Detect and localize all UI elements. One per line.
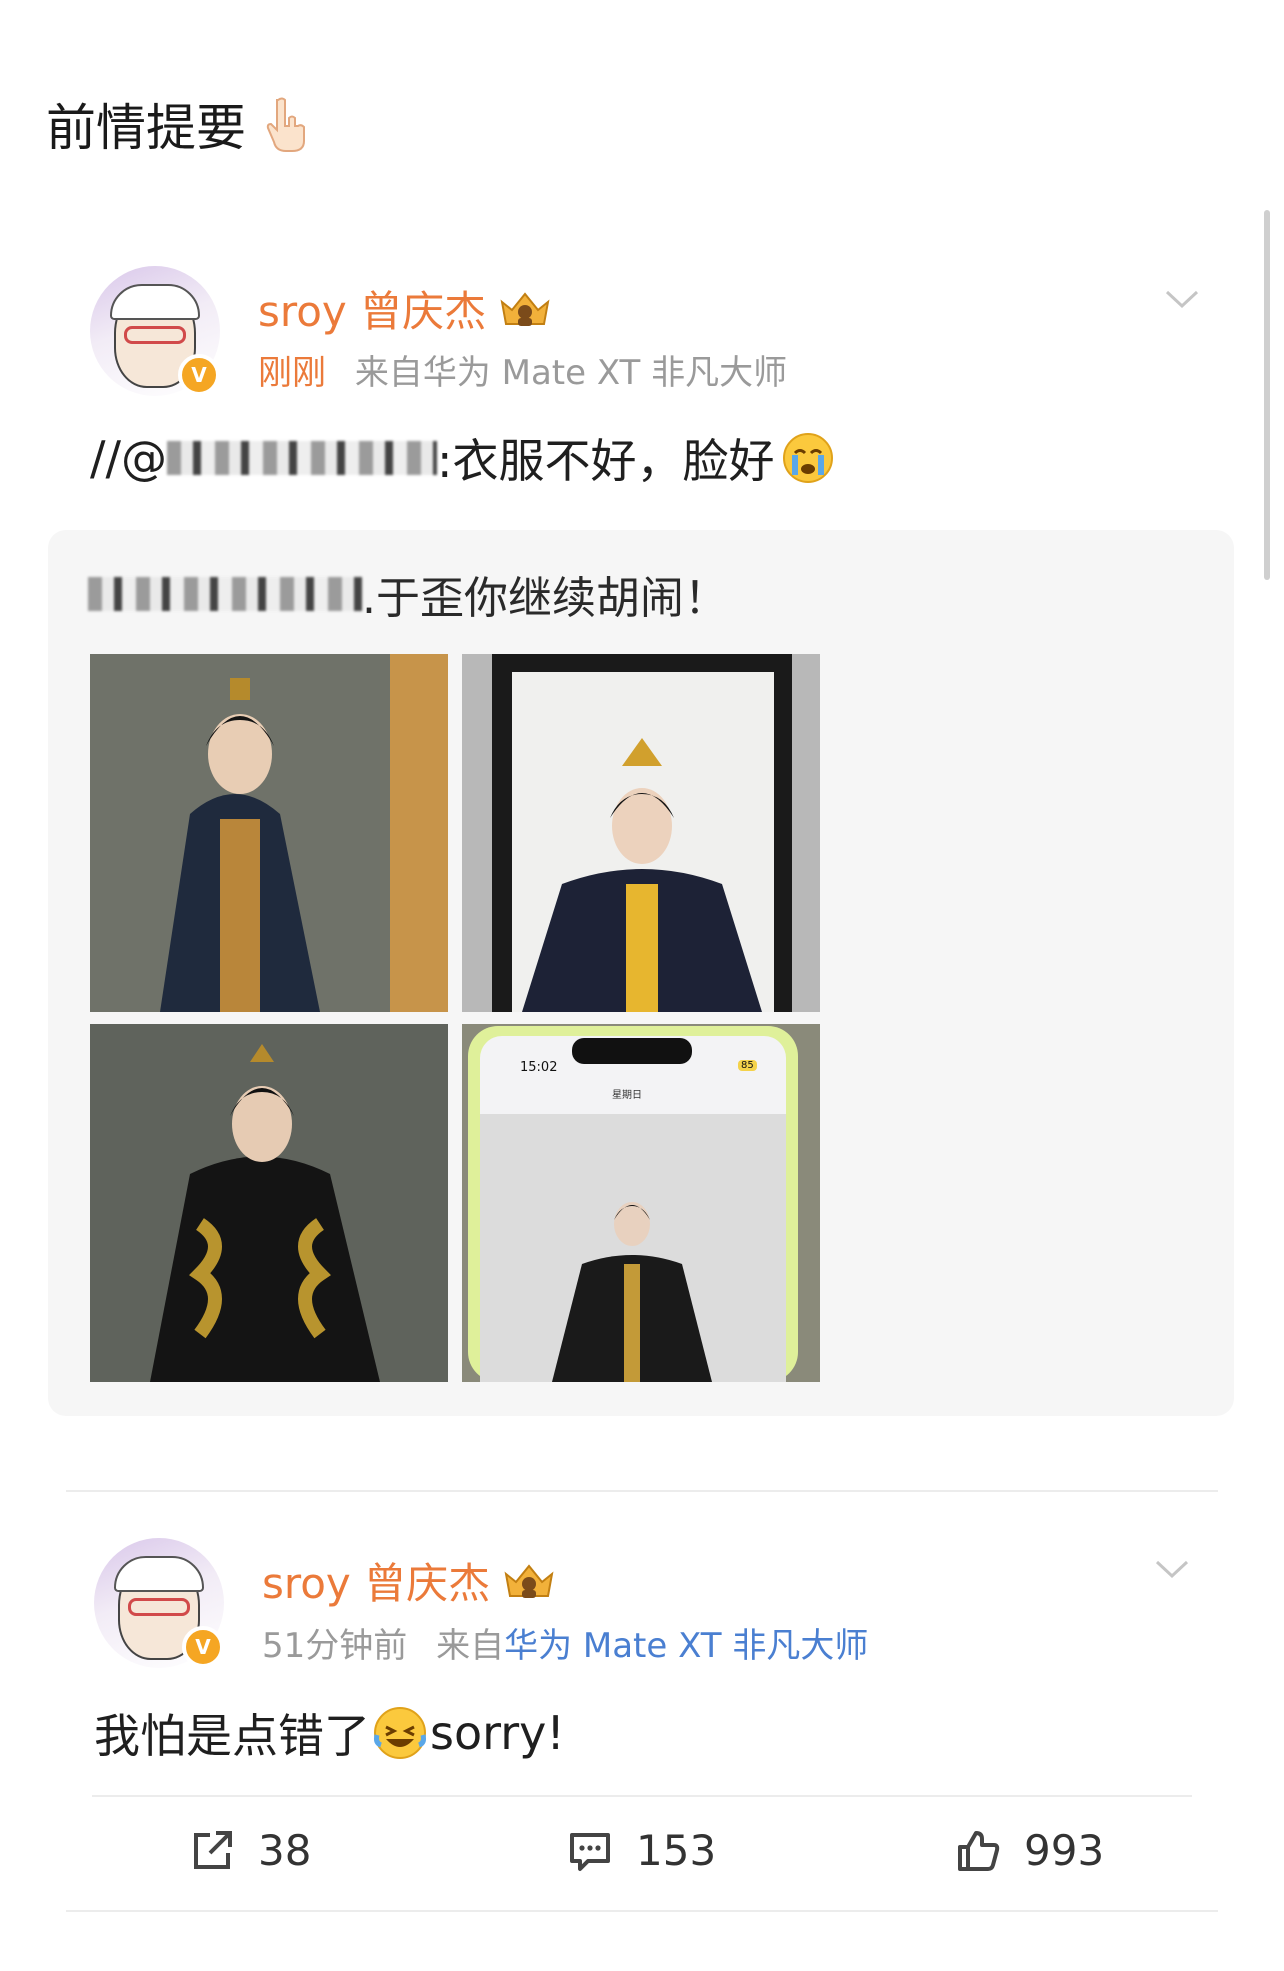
post-time: 刚刚	[258, 353, 326, 393]
crown-badge-icon	[504, 1563, 554, 1598]
share-icon	[194, 1830, 232, 1869]
photo-3[interactable]	[90, 1024, 448, 1382]
hand-pointing-down-icon	[266, 97, 305, 152]
post-body: 我怕是点错了	[94, 1709, 370, 1763]
blurred-author	[88, 577, 362, 611]
verified-badge-icon: V	[178, 354, 220, 396]
verified-badge-icon: V	[182, 1626, 224, 1668]
device-source[interactable]: 华为 Mate XT 非凡大师	[423, 353, 787, 393]
username[interactable]: sroy 曾庆杰	[262, 1550, 490, 1611]
avatar[interactable]: V	[94, 1538, 224, 1668]
scrollbar[interactable]	[1264, 210, 1270, 580]
device-source[interactable]: 华为 Mate XT 非凡大师	[504, 1626, 868, 1666]
avatar-glasses	[124, 326, 186, 344]
source-prefix: 来自	[354, 353, 423, 393]
source-prefix: 来自	[436, 1626, 505, 1666]
phone-time: 15:02	[520, 1060, 558, 1075]
photo-2[interactable]	[462, 654, 820, 1012]
username[interactable]: sroy 曾庆杰	[258, 278, 486, 339]
post1-meta: 刚刚 来自华为 Mate XT 非凡大师	[258, 345, 787, 394]
phone-day: 星期日	[612, 1090, 642, 1101]
comment-count: 153	[636, 1826, 717, 1875]
chevron-down-icon[interactable]	[1154, 1558, 1190, 1580]
comment-button[interactable]: 153	[566, 1826, 716, 1875]
caption-text: 前情提要	[46, 99, 246, 157]
mention-prefix: //@	[90, 431, 167, 485]
divider	[66, 1490, 1218, 1492]
post1-text: //@ :衣服不好，脸好	[90, 425, 835, 491]
share-button[interactable]: 38	[188, 1826, 311, 1875]
post2-text: 我怕是点错了 sorry!	[94, 1700, 565, 1766]
post-time: 51分钟前	[262, 1626, 408, 1666]
share-count: 38	[258, 1826, 312, 1875]
laughing-tears-emoji-icon	[374, 1707, 426, 1759]
divider	[92, 1795, 1192, 1797]
repost-body: .于歪你继续胡闹！	[362, 573, 728, 624]
avatar-cap	[114, 1556, 204, 1592]
avatar-glasses	[128, 1598, 190, 1616]
avatar[interactable]: V	[90, 266, 220, 396]
photo-4[interactable]: 15:02 85 星期日	[462, 1024, 820, 1382]
post2-username-row[interactable]: sroy 曾庆杰	[262, 1550, 556, 1611]
avatar-cap	[110, 284, 200, 320]
crying-face-emoji-icon	[782, 433, 833, 483]
caption: 前情提要	[46, 88, 308, 160]
post-body: :衣服不好，脸好	[437, 434, 775, 488]
photo-1[interactable]	[90, 654, 448, 1012]
post2-meta: 51分钟前 来自华为 Mate XT 非凡大师	[262, 1618, 868, 1667]
thumbs-up-icon	[958, 1830, 1000, 1871]
like-count: 993	[1024, 1826, 1105, 1875]
repost-text: .于歪你继续胡闹！	[88, 562, 728, 626]
divider	[66, 1910, 1218, 1912]
post1-username-row[interactable]: sroy 曾庆杰	[258, 278, 552, 339]
blurred-mention	[167, 441, 437, 475]
phone-battery: 85	[738, 1060, 757, 1071]
chevron-down-icon[interactable]	[1164, 288, 1200, 310]
crown-badge-icon	[500, 291, 550, 326]
post-suffix: sorry!	[430, 1706, 565, 1760]
like-button[interactable]: 993	[954, 1826, 1104, 1875]
comment-icon	[570, 1832, 610, 1871]
